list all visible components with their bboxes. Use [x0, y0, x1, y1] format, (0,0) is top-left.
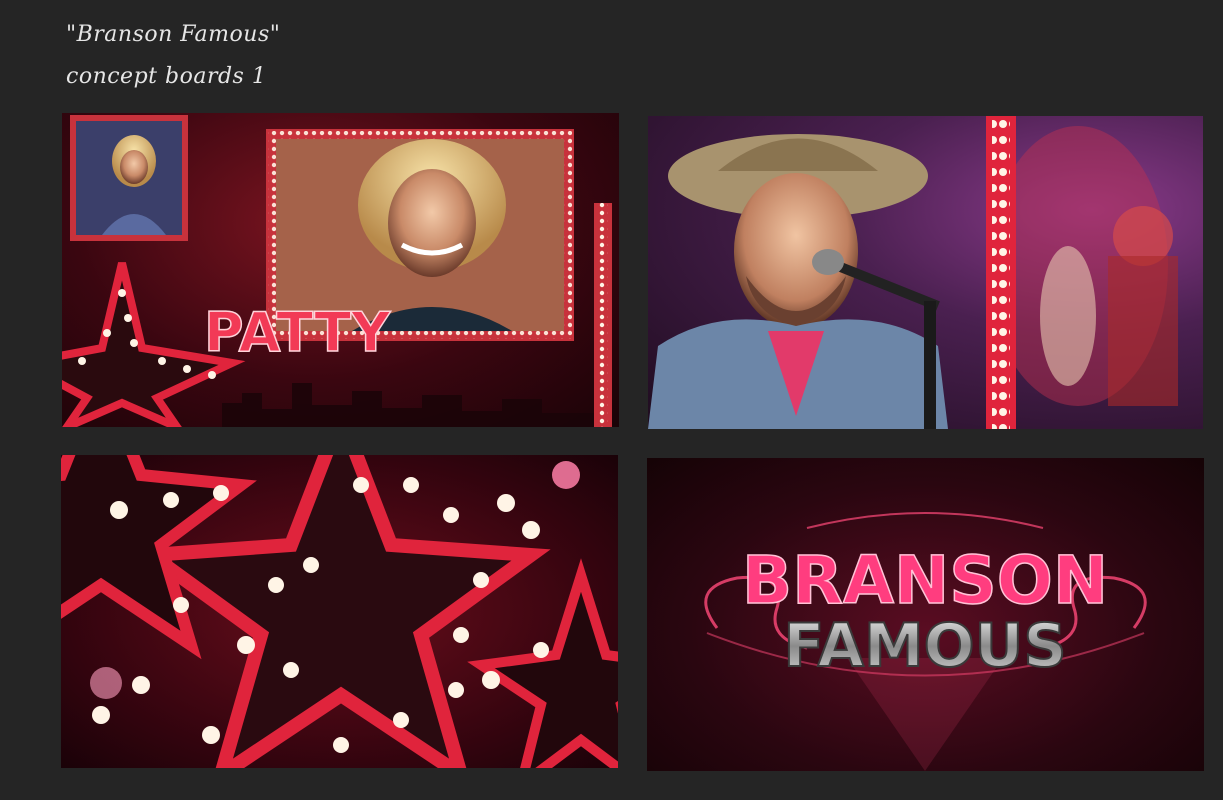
- ornament-top: [806, 512, 1044, 529]
- concept-board-patty: PATTY: [62, 113, 619, 427]
- patty-name-text: PATTY: [204, 301, 391, 364]
- concept-board-cowboy-singer: [648, 116, 1203, 429]
- page-subtitle: concept boards 1: [66, 64, 267, 89]
- right-star: [467, 558, 618, 768]
- cowboy-board-art: [648, 116, 1178, 429]
- logo-famous: FAMOUS: [783, 611, 1066, 681]
- patty-board-art: PATTY: [62, 115, 612, 427]
- microphone: [836, 261, 940, 311]
- mic-stand: [924, 301, 936, 429]
- page-title: "Branson Famous": [66, 22, 281, 47]
- concept-board-logo: BRANSON FAMOUS: [647, 458, 1204, 771]
- logo-board-art: BRANSON FAMOUS: [704, 512, 1147, 771]
- concept-board-marquee-stars: [61, 455, 618, 768]
- stars-board-art: [61, 455, 618, 768]
- logo-branson: BRANSON: [742, 542, 1108, 619]
